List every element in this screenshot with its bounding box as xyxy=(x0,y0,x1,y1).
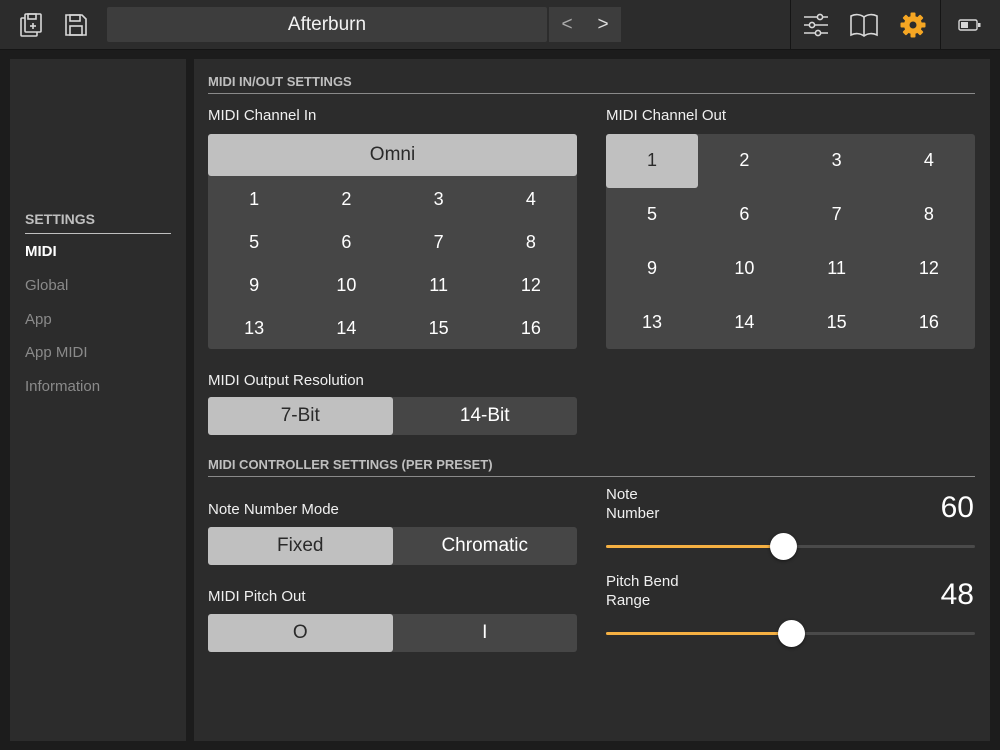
pitch-out-on-button[interactable]: I xyxy=(393,614,578,652)
preset-name: Afterburn xyxy=(287,13,367,35)
channel-in-2-button[interactable]: 2 xyxy=(300,178,392,221)
omni-label: Omni xyxy=(369,144,416,165)
toolbar-divider xyxy=(790,0,791,50)
previous-preset-button[interactable]: < xyxy=(549,7,585,42)
next-preset-button[interactable]: > xyxy=(585,7,621,42)
save-icon[interactable] xyxy=(60,9,92,41)
pitch-bend-slider-thumb[interactable] xyxy=(777,620,805,647)
channel-out-9-button[interactable]: 9 xyxy=(606,242,698,296)
chevron-right-icon: > xyxy=(597,13,609,35)
sidebar-item-app-midi[interactable]: App MIDI xyxy=(25,344,88,361)
note-number-label-line1: Note xyxy=(606,486,638,503)
preset-browser-icon[interactable] xyxy=(16,9,48,41)
pitch-bend-label-line1: Pitch Bend xyxy=(606,573,679,590)
channel-out-13-button[interactable]: 13 xyxy=(606,295,698,349)
note-number-label-line2: Number xyxy=(606,505,660,522)
channel-out-14-button[interactable]: 14 xyxy=(698,295,790,349)
sidebar-item-global[interactable]: Global xyxy=(25,277,68,294)
midi-pitch-out-label: MIDI Pitch Out xyxy=(208,588,306,605)
output-resolution-selector: 7-Bit 14-Bit xyxy=(208,397,577,435)
note-mode-fixed-button[interactable]: Fixed xyxy=(208,527,393,565)
sidebar-item-information[interactable]: Information xyxy=(25,378,100,395)
channel-in-7-button[interactable]: 7 xyxy=(393,221,485,264)
note-number-mode-selector: Fixed Chromatic xyxy=(208,527,577,565)
pitch-out-off-button[interactable]: O xyxy=(208,614,393,652)
midi-channel-out-grid: 1 2 3 4 5 6 7 8 9 10 11 12 13 14 15 16 xyxy=(606,134,975,349)
channel-in-4-button[interactable]: 4 xyxy=(485,178,577,221)
toolbar-divider xyxy=(940,0,941,50)
channel-out-11-button[interactable]: 11 xyxy=(791,242,883,296)
controller-section-title: MIDI CONTROLLER SETTINGS (PER PRESET) xyxy=(208,457,975,477)
channel-in-15-button[interactable]: 15 xyxy=(393,307,485,350)
pitch-bend-range-value: 48 xyxy=(940,578,974,611)
midi-channel-in-grid: Omni 1 2 3 4 5 6 7 8 9 10 11 12 13 14 15 16 xyxy=(208,134,577,349)
channel-out-12-button[interactable]: 12 xyxy=(883,242,975,296)
note-number-slider[interactable] xyxy=(606,533,975,560)
battery-icon xyxy=(954,9,986,41)
channel-in-16-button[interactable]: 16 xyxy=(485,307,577,350)
midi-output-resolution-label: MIDI Output Resolution xyxy=(208,372,364,389)
channel-in-9-button[interactable]: 9 xyxy=(208,264,300,307)
resolution-14-bit-button[interactable]: 14-Bit xyxy=(393,397,578,435)
note-number-label: Note Number xyxy=(606,485,659,523)
channel-in-14-button[interactable]: 14 xyxy=(300,307,392,350)
channel-out-10-button[interactable]: 10 xyxy=(698,242,790,296)
channel-out-15-button[interactable]: 15 xyxy=(791,295,883,349)
channel-out-5-button[interactable]: 5 xyxy=(606,188,698,242)
resolution-7-bit-button[interactable]: 7-Bit xyxy=(208,397,393,435)
preset-name-display[interactable]: Afterburn xyxy=(107,7,547,42)
pitch-bend-slider-fill xyxy=(606,632,791,635)
channel-in-5-button[interactable]: 5 xyxy=(208,221,300,264)
channel-in-1-button[interactable]: 1 xyxy=(208,178,300,221)
settings-sidebar: SETTINGS MIDI Global App App MIDI Inform… xyxy=(10,59,186,741)
channel-in-6-button[interactable]: 6 xyxy=(300,221,392,264)
midi-settings-panel: MIDI IN/OUT SETTINGS MIDI Channel In MID… xyxy=(194,59,990,741)
channel-in-3-button[interactable]: 3 xyxy=(393,178,485,221)
channel-in-10-button[interactable]: 10 xyxy=(300,264,392,307)
channel-out-8-button[interactable]: 8 xyxy=(883,188,975,242)
note-number-value: 60 xyxy=(940,491,974,524)
channel-in-13-button[interactable]: 13 xyxy=(208,307,300,350)
midi-io-section-title: MIDI IN/OUT SETTINGS xyxy=(208,74,975,94)
note-number-slider-fill xyxy=(606,545,784,548)
channel-out-2-button[interactable]: 2 xyxy=(698,134,790,188)
channel-out-16-button[interactable]: 16 xyxy=(883,295,975,349)
channel-out-3-button[interactable]: 3 xyxy=(791,134,883,188)
note-number-slider-thumb[interactable] xyxy=(770,533,798,560)
note-number-mode-label: Note Number Mode xyxy=(208,501,339,518)
channel-out-6-button[interactable]: 6 xyxy=(698,188,790,242)
channel-in-12-button[interactable]: 12 xyxy=(485,264,577,307)
manual-book-icon[interactable] xyxy=(848,9,880,41)
sidebar-item-app[interactable]: App xyxy=(25,311,52,328)
gear-icon[interactable] xyxy=(897,9,929,41)
sidebar-heading: SETTINGS xyxy=(25,211,171,234)
channel-out-1-button[interactable]: 1 xyxy=(606,134,698,188)
note-mode-chromatic-button[interactable]: Chromatic xyxy=(393,527,578,565)
channel-in-11-button[interactable]: 11 xyxy=(393,264,485,307)
chevron-left-icon: < xyxy=(561,13,573,35)
pitch-bend-label-line2: Range xyxy=(606,592,651,609)
midi-channel-in-label: MIDI Channel In xyxy=(208,107,317,124)
channel-in-8-button[interactable]: 8 xyxy=(485,221,577,264)
mixer-sliders-icon[interactable] xyxy=(800,9,832,41)
channel-out-7-button[interactable]: 7 xyxy=(791,188,883,242)
pitch-bend-range-slider[interactable] xyxy=(606,620,975,647)
omni-button[interactable]: Omni xyxy=(208,134,577,176)
midi-pitch-out-toggle: O I xyxy=(208,614,577,652)
top-toolbar: Afterburn < > xyxy=(0,0,1000,50)
midi-channel-out-label: MIDI Channel Out xyxy=(606,107,727,124)
channel-out-4-button[interactable]: 4 xyxy=(883,134,975,188)
pitch-bend-range-label: Pitch Bend Range xyxy=(606,572,679,610)
sidebar-item-midi[interactable]: MIDI xyxy=(25,243,57,260)
